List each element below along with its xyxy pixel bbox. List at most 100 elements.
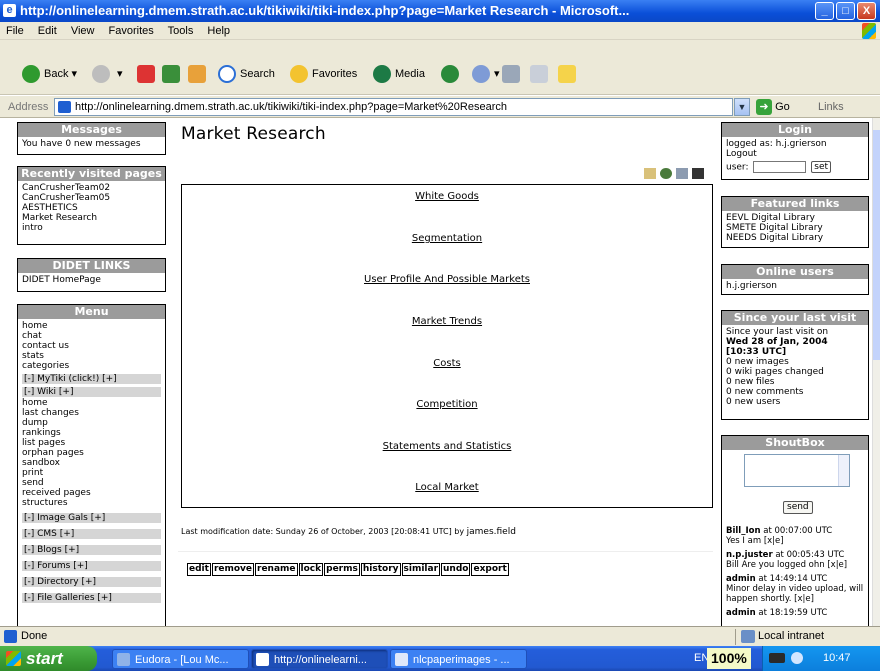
remove-button[interactable]: remove [211, 563, 255, 576]
online-user[interactable]: h.j.grierson [726, 281, 864, 291]
maximize-button[interactable]: □ [836, 2, 855, 20]
search-button[interactable]: Search [218, 55, 275, 93]
menu-favorites[interactable]: Favorites [109, 25, 154, 37]
address-dropdown-button[interactable]: ▼ [734, 98, 750, 116]
similar-button[interactable]: similar [401, 563, 441, 576]
task-browser[interactable]: http://onlinelearni... [251, 649, 388, 669]
go-button[interactable]: ➜ Go [756, 99, 790, 115]
perms-button[interactable]: perms [324, 563, 360, 576]
print-button[interactable] [502, 55, 520, 93]
menu-item-dump[interactable]: dump [22, 418, 161, 428]
shout-user[interactable]: n.p.juster [726, 550, 773, 560]
textarea-scrollbar[interactable] [838, 455, 849, 486]
menu-view[interactable]: View [71, 25, 95, 37]
wiki-link-competition[interactable]: Competition [182, 399, 712, 410]
menu-item-home[interactable]: home [22, 321, 161, 331]
print-icon[interactable] [676, 168, 688, 179]
menu-item-contact-us[interactable]: contact us [22, 341, 161, 351]
undo-button[interactable]: undo [441, 563, 471, 576]
shout-user[interactable]: admin [726, 608, 756, 618]
menu-item-received-pages[interactable]: received pages [22, 488, 161, 498]
wiki-link-costs[interactable]: Costs [182, 358, 712, 369]
task-word[interactable]: nlcpaperimages - ... [390, 649, 527, 669]
stop-button[interactable] [137, 55, 155, 93]
user-input[interactable] [753, 161, 807, 173]
menu-item-categories[interactable]: categories [22, 361, 161, 371]
history-button[interactable] [441, 55, 463, 93]
wiki-link-statements[interactable]: Statements and Statistics [182, 441, 712, 452]
clock[interactable]: 10:47 [823, 646, 851, 671]
menu-section-blogs[interactable]: [-] Blogs [+] [22, 545, 161, 555]
last-modification-user[interactable]: james.field [467, 527, 516, 537]
menu-section-wiki[interactable]: [-] Wiki [+] [22, 387, 161, 397]
recent-item[interactable]: AESTHETICS [22, 203, 161, 213]
close-button[interactable]: X [857, 2, 876, 20]
export-button[interactable]: export [471, 563, 509, 576]
featured-link-eevl[interactable]: EEVL Digital Library [726, 213, 864, 223]
menu-tools[interactable]: Tools [168, 25, 194, 37]
menu-item-send[interactable]: send [22, 478, 161, 488]
featured-link-needs[interactable]: NEEDS Digital Library [726, 233, 864, 243]
menu-help[interactable]: Help [207, 25, 230, 37]
wiki-link-segmentation[interactable]: Segmentation [182, 233, 712, 244]
address-input[interactable]: http://onlinelearning.dmem.strath.ac.uk/… [54, 98, 733, 116]
history-button[interactable]: history [360, 563, 401, 576]
menu-section-mytiki[interactable]: [-] MyTiki (click!) [+] [22, 374, 161, 384]
set-button[interactable]: set [811, 161, 832, 173]
save-icon[interactable] [692, 168, 704, 179]
menu-section-forums[interactable]: [-] Forums [+] [22, 561, 161, 571]
edit-page-icon[interactable] [644, 168, 656, 179]
menu-item-stats[interactable]: stats [22, 351, 161, 361]
recent-item[interactable]: CanCrusherTeam02 [22, 183, 161, 193]
rename-button[interactable]: rename [255, 563, 298, 576]
start-button[interactable]: start [0, 646, 97, 671]
didet-homepage-link[interactable]: DIDET HomePage [22, 275, 161, 285]
menu-item-last-changes[interactable]: last changes [22, 408, 161, 418]
recent-item[interactable]: Market Research [22, 213, 161, 223]
menu-item-chat[interactable]: chat [22, 331, 161, 341]
shoutbox-textarea[interactable] [744, 454, 850, 487]
refresh-button[interactable] [162, 55, 180, 93]
lock-button[interactable]: lock [298, 563, 324, 576]
forward-button[interactable]: ▾ [92, 55, 123, 93]
menu-item-structures[interactable]: structures [22, 498, 161, 508]
menu-edit[interactable]: Edit [38, 25, 57, 37]
wiki-link-market-trends[interactable]: Market Trends [182, 316, 712, 327]
logout-link[interactable]: Logout [726, 149, 864, 159]
menu-item-print[interactable]: print [22, 468, 161, 478]
wiki-link-user-profile[interactable]: User Profile And Possible Markets [182, 274, 712, 285]
home-button[interactable] [188, 55, 206, 93]
minimize-button[interactable]: _ [815, 2, 834, 20]
favorites-button[interactable]: Favorites [290, 55, 357, 93]
menu-section-file-galleries[interactable]: [-] File Galleries [+] [22, 593, 161, 603]
menu-item-orphan-pages[interactable]: orphan pages [22, 448, 161, 458]
links-button[interactable]: Links [818, 101, 844, 113]
wiki-link-local-market[interactable]: Local Market [182, 482, 712, 493]
menu-item-wiki-home[interactable]: home [22, 398, 161, 408]
wiki-link-white-goods[interactable]: White Goods [182, 191, 712, 202]
menu-item-rankings[interactable]: rankings [22, 428, 161, 438]
messages-text[interactable]: You have 0 new messages [22, 139, 161, 149]
mail-button[interactable]: ▾ [472, 55, 500, 93]
menu-item-list-pages[interactable]: list pages [22, 438, 161, 448]
window-titlebar[interactable]: e http://onlinelearning.dmem.strath.ac.u… [0, 0, 880, 22]
menu-section-directory[interactable]: [-] Directory [+] [22, 577, 161, 587]
media-button[interactable]: Media [373, 55, 425, 93]
menu-item-sandbox[interactable]: sandbox [22, 458, 161, 468]
security-icon[interactable] [791, 652, 803, 664]
shoutbox-send-button[interactable]: send [783, 501, 813, 514]
menu-file[interactable]: File [6, 25, 24, 37]
page-scrollbar-thumb[interactable] [873, 130, 880, 360]
edit-button[interactable] [530, 55, 548, 93]
folder-button[interactable] [558, 55, 576, 93]
menu-section-image-gals[interactable]: [-] Image Gals [+] [22, 513, 161, 523]
network-icon[interactable] [769, 653, 785, 663]
edit-button[interactable]: edit [187, 563, 211, 576]
shout-user[interactable]: admin [726, 574, 756, 584]
back-button[interactable]: Back ▾ [22, 55, 77, 93]
shout-user[interactable]: Bill_Ion [726, 526, 761, 536]
recent-item[interactable]: CanCrusherTeam05 [22, 193, 161, 203]
featured-link-smete[interactable]: SMETE Digital Library [726, 223, 864, 233]
comment-icon[interactable] [660, 168, 672, 179]
menu-section-cms[interactable]: [-] CMS [+] [22, 529, 161, 539]
